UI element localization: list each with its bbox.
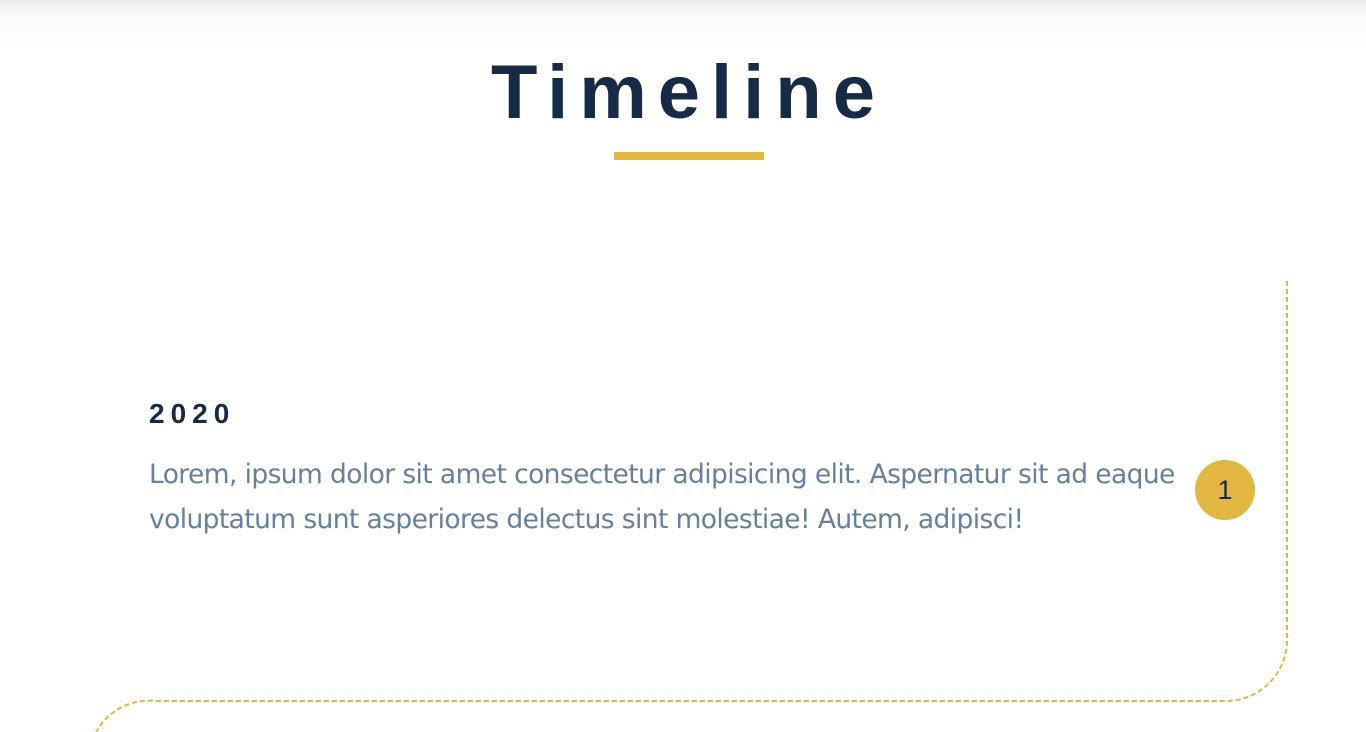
step-number-badge: 1 [1195, 460, 1255, 520]
entry-description: Lorem, ipsum dolor sit amet consectetur … [149, 459, 1175, 535]
title-underline [614, 152, 764, 160]
entry-year: 2020 [149, 398, 236, 429]
page-title: Timeline [491, 50, 886, 135]
header-shadow [0, 0, 1366, 50]
